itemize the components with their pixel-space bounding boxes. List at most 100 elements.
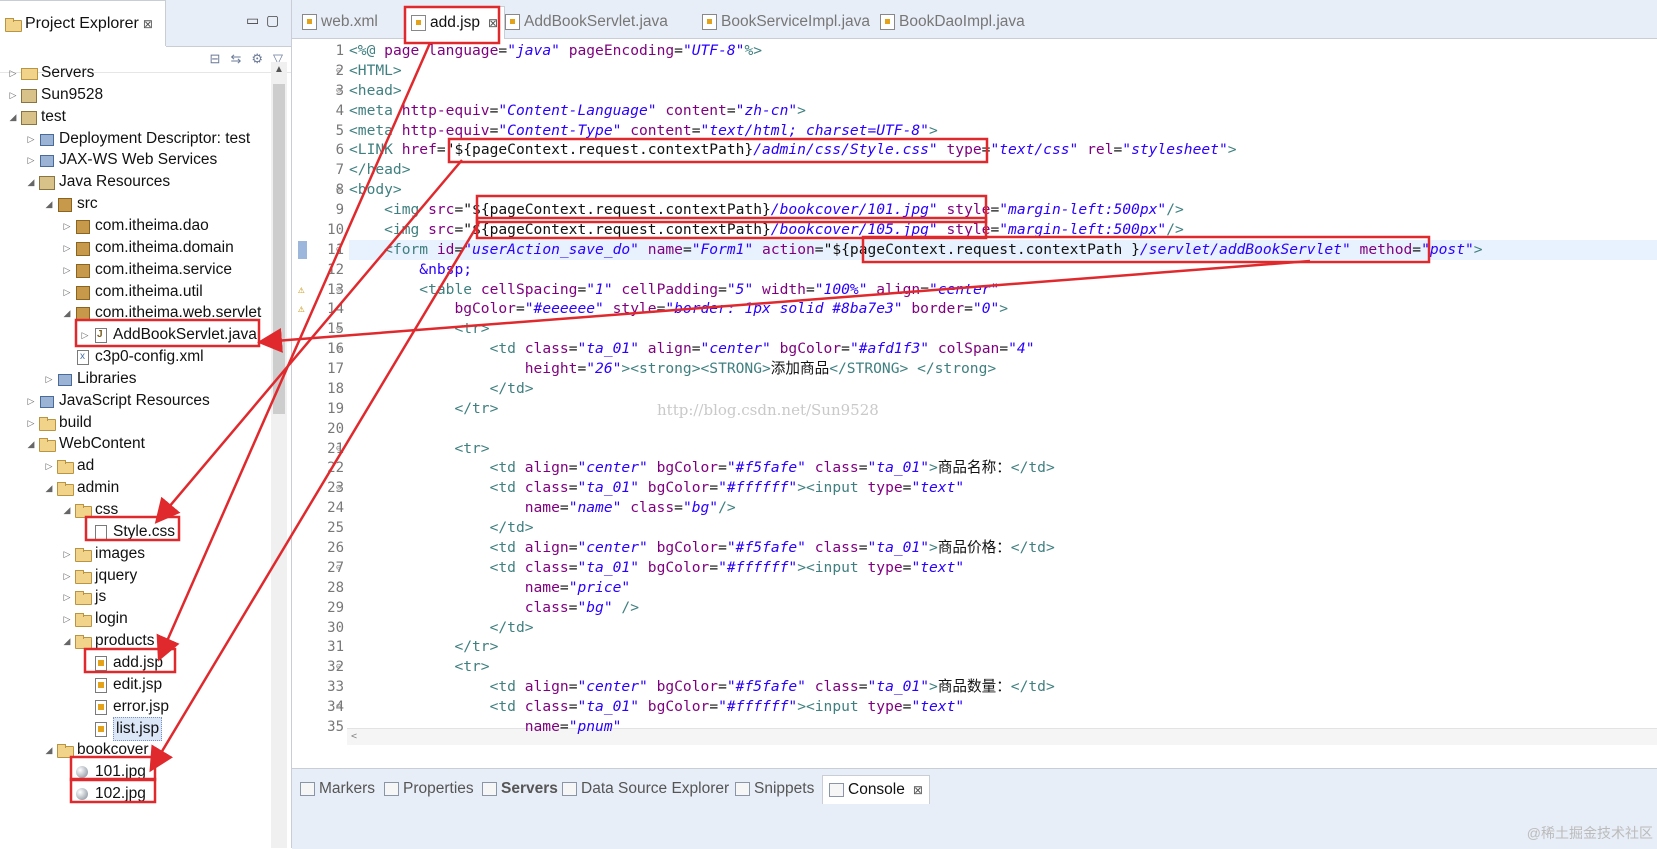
tree-item[interactable]: ▷ js — [60, 586, 106, 608]
tree-item[interactable]: 101.jpg — [60, 761, 146, 783]
tree-item[interactable]: add.jsp — [78, 652, 163, 674]
bottom-panel-tab[interactable]: Console ⊠ — [822, 775, 930, 804]
code-line[interactable]: height="26"><strong><STRONG>添加商品</STRONG… — [349, 359, 996, 379]
tree-item[interactable]: ◢ Java Resources — [24, 171, 170, 193]
scroll-up-icon[interactable]: ▲ — [274, 64, 284, 75]
tree-item[interactable]: ◢ src — [42, 193, 98, 215]
expanded-twisty-icon[interactable]: ◢ — [42, 739, 56, 761]
tree-item[interactable]: ◢ bookcover — [42, 739, 149, 761]
fold-toggle-icon[interactable]: ⊖ — [336, 324, 341, 334]
code-line[interactable]: <%@ page language="java" pageEncoding="U… — [349, 41, 762, 61]
collapsed-twisty-icon[interactable]: ▷ — [42, 368, 56, 390]
editor-tab[interactable]: add.jsp ⊠ — [404, 6, 506, 39]
bottom-panel-tab[interactable]: Servers — [482, 775, 558, 803]
code-line[interactable]: </head> — [349, 160, 411, 180]
code-line[interactable]: <td align="center" bgColor="#f5fafe" cla… — [349, 538, 1055, 558]
code-line[interactable]: </td> — [349, 618, 534, 638]
collapsed-twisty-icon[interactable]: ▷ — [60, 543, 74, 565]
fold-toggle-icon[interactable]: ⊖ — [336, 662, 341, 672]
tree-item[interactable]: ◢ products — [60, 630, 154, 652]
maximize-icon[interactable]: ▢ — [266, 12, 279, 29]
collapsed-twisty-icon[interactable]: ▷ — [60, 237, 74, 259]
bottom-panel-tab[interactable]: Snippets — [735, 775, 814, 803]
expanded-twisty-icon[interactable]: ◢ — [42, 477, 56, 499]
code-line[interactable]: <img src="${pageContext.request.contextP… — [349, 200, 1184, 220]
code-line[interactable]: </tr> — [349, 637, 498, 657]
code-line[interactable]: </td> — [349, 518, 534, 538]
tree-item[interactable]: ▷ com.itheima.service — [60, 259, 232, 281]
tree-item[interactable]: ▷ com.itheima.domain — [60, 237, 234, 259]
code-line[interactable]: name="name" class="bg"/> — [349, 498, 736, 518]
code-editor[interactable]: 1 2 ⊖ 3 ⊖ 4 5 6 7 8 ⊖ 9 10 11 ⊖ 12 13 ⊖ ⚠ 14 ⚠ 15 ⊖ 16 ⊖ 17 18 19 20… — [292, 39, 1657, 745]
code-line[interactable]: bgColor="#eeeeee" style="border: 1px sol… — [349, 299, 1008, 319]
tree-item[interactable]: ▷ login — [60, 608, 128, 630]
fold-toggle-icon[interactable]: ⊖ — [336, 245, 341, 255]
code-line[interactable]: <meta http-equiv="Content-Type" content=… — [349, 121, 938, 141]
tree-item[interactable]: error.jsp — [78, 696, 169, 718]
tree-item[interactable]: ▷ JAX-WS Web Services — [24, 149, 218, 171]
code-line[interactable]: <td align="center" bgColor="#f5fafe" cla… — [349, 458, 1055, 478]
collapsed-twisty-icon[interactable]: ▷ — [24, 390, 38, 412]
code-line[interactable]: <img src="${pageContext.request.contextP… — [349, 220, 1184, 240]
code-line[interactable]: &nbsp; — [349, 260, 472, 280]
close-icon[interactable]: ⊠ — [143, 17, 153, 31]
scrollbar-thumb[interactable] — [273, 84, 285, 414]
code-line[interactable]: <head> — [349, 81, 402, 101]
code-line[interactable]: </td> — [349, 379, 534, 399]
collapse-all-icon[interactable]: ⊟ — [210, 51, 221, 67]
collapsed-twisty-icon[interactable]: ▷ — [60, 586, 74, 608]
editor-tab[interactable]: BookServiceImpl.java — [696, 6, 876, 38]
tree-item[interactable]: 102.jpg — [60, 783, 146, 805]
code-line[interactable]: <td class="ta_01" bgColor="#ffffff"><inp… — [349, 478, 965, 498]
fold-toggle-icon[interactable]: ⊖ — [336, 483, 341, 493]
collapsed-twisty-icon[interactable]: ▷ — [24, 128, 38, 150]
code-line[interactable]: <td class="ta_01" bgColor="#ffffff"><inp… — [349, 697, 965, 717]
tree-item[interactable]: ▷ Deployment Descriptor: test — [24, 128, 251, 150]
tree-item[interactable]: ◢ css — [60, 499, 118, 521]
tree-item[interactable]: ▷ AddBookServlet.java — [78, 324, 257, 346]
collapsed-twisty-icon[interactable]: ▷ — [60, 215, 74, 237]
editor-tab[interactable]: web.xml — [296, 6, 384, 38]
tree-item[interactable]: ▷ ad — [42, 455, 94, 477]
fold-toggle-icon[interactable]: ⊖ — [336, 86, 341, 96]
tree-item[interactable]: ◢ WebContent — [24, 433, 145, 455]
tree-item[interactable]: ▷ Servers — [6, 62, 95, 84]
collapsed-twisty-icon[interactable]: ▷ — [24, 149, 38, 171]
code-line[interactable]: <td class="ta_01" bgColor="#ffffff"><inp… — [349, 558, 965, 578]
code-line[interactable]: <td class="ta_01" align="center" bgColor… — [349, 339, 1035, 359]
project-explorer-tab[interactable]: Project Explorer ⊠ — [0, 0, 166, 46]
expanded-twisty-icon[interactable]: ◢ — [60, 499, 74, 521]
collapsed-twisty-icon[interactable]: ▷ — [60, 281, 74, 303]
warning-icon[interactable]: ⚠ — [298, 302, 305, 315]
collapsed-twisty-icon[interactable]: ▷ — [24, 412, 38, 434]
tree-item[interactable]: ◢ test — [6, 106, 66, 128]
fold-toggle-icon[interactable]: ⊖ — [336, 563, 341, 573]
fold-toggle-icon[interactable]: ⊖ — [336, 702, 341, 712]
expanded-twisty-icon[interactable]: ◢ — [60, 630, 74, 652]
fold-toggle-icon[interactable]: ⊖ — [336, 185, 341, 195]
tree-item[interactable]: c3p0-config.xml — [60, 346, 204, 368]
bottom-panel-tab[interactable]: Markers — [300, 775, 375, 803]
collapsed-twisty-icon[interactable]: ▷ — [6, 62, 20, 84]
fold-toggle-icon[interactable]: ⊖ — [336, 344, 341, 354]
code-line[interactable]: name="pnum" — [349, 717, 622, 737]
code-line[interactable]: <body> — [349, 180, 402, 200]
fold-toggle-icon[interactable]: ⊖ — [336, 444, 341, 454]
collapsed-twisty-icon[interactable]: ▷ — [60, 259, 74, 281]
code-line[interactable]: <tr> — [349, 319, 489, 339]
filters-icon[interactable]: ⚙ — [251, 51, 263, 67]
expanded-twisty-icon[interactable]: ◢ — [24, 171, 38, 193]
expanded-twisty-icon[interactable]: ◢ — [42, 193, 56, 215]
tree-item[interactable]: ▷ Sun9528 — [6, 84, 103, 106]
collapsed-twisty-icon[interactable]: ▷ — [6, 84, 20, 106]
tree-item[interactable]: ▷ build — [24, 412, 92, 434]
tree-item[interactable]: Style.css — [78, 521, 175, 543]
code-line[interactable]: <table cellSpacing="1" cellPadding="5" w… — [349, 280, 999, 300]
code-line[interactable]: <tr> — [349, 439, 489, 459]
minimize-icon[interactable]: ▭ — [246, 12, 259, 29]
code-line[interactable]: <td align="center" bgColor="#f5fafe" cla… — [349, 677, 1055, 697]
expanded-twisty-icon[interactable]: ◢ — [60, 302, 74, 324]
tree-scrollbar[interactable]: ▲ — [271, 62, 287, 848]
fold-toggle-icon[interactable]: ⊖ — [336, 66, 341, 76]
code-line[interactable]: </tr> — [349, 399, 498, 419]
